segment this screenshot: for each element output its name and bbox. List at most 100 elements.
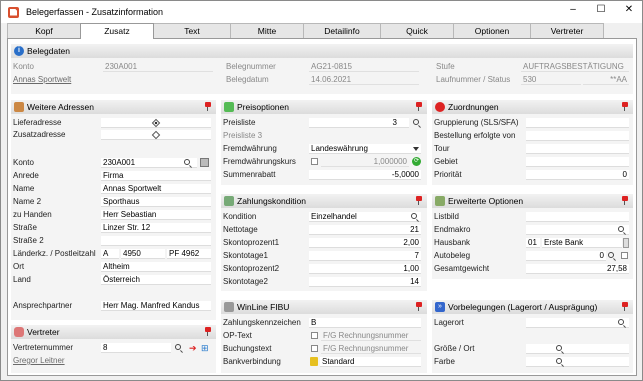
pin-icon[interactable] xyxy=(622,196,628,205)
price-tag-icon xyxy=(224,102,234,112)
anrede-label: Anrede xyxy=(13,171,39,180)
tab-mitte[interactable]: Mitte xyxy=(230,23,304,38)
hausbank-nr-field[interactable]: 01 xyxy=(526,238,540,248)
kurs-checkbox[interactable] xyxy=(311,158,318,165)
strasse2-field[interactable] xyxy=(101,236,211,246)
search-icon[interactable] xyxy=(556,358,562,364)
zusatz-panel: i Belegdaten Konto 230A001 Annas Sportwe… xyxy=(7,38,637,376)
pin-icon[interactable] xyxy=(205,327,211,336)
status-field: **AA xyxy=(583,75,629,85)
arrow-right-icon[interactable]: ➔ xyxy=(189,343,197,353)
name-field[interactable]: Annas Sportwelt xyxy=(101,184,211,194)
plz-field[interactable]: 4950 xyxy=(121,249,165,259)
groesse-ort-field[interactable] xyxy=(526,344,629,354)
farbe-field[interactable] xyxy=(526,357,629,367)
maximize-button[interactable]: ☐ xyxy=(594,4,608,15)
search-icon[interactable] xyxy=(413,119,419,125)
gesamtgewicht-field[interactable]: 27,58 xyxy=(526,264,629,274)
tour-field[interactable] xyxy=(526,144,629,154)
pin-icon[interactable] xyxy=(622,102,628,111)
prioritaet-label: Priorität xyxy=(434,170,462,179)
summenrabatt-field[interactable]: -5,0000 xyxy=(309,170,421,180)
vertreter-header: Vertreter xyxy=(11,325,216,339)
pin-icon[interactable] xyxy=(416,302,422,311)
pf-field[interactable]: PF 4962 xyxy=(167,249,211,259)
skontoprozent1-field[interactable]: 2,00 xyxy=(309,238,421,248)
groesse-ort-label: Größe / Ort xyxy=(434,344,475,353)
tab-vertreter[interactable]: Vertreter xyxy=(530,23,604,38)
search-icon[interactable] xyxy=(411,213,417,219)
zuhanden-field[interactable]: Herr Sebastian xyxy=(101,210,211,220)
pin-icon[interactable] xyxy=(416,102,422,111)
search-icon[interactable] xyxy=(184,159,190,165)
erweiterte-optionen-section: Erweiterte Optionen Listbild Endmakro Ha… xyxy=(432,194,633,279)
zuordnungen-header: Zuordnungen xyxy=(432,100,633,114)
anrede-field[interactable]: Firma xyxy=(101,171,211,181)
search-icon[interactable] xyxy=(175,344,181,350)
erweiterte-optionen-header: Erweiterte Optionen xyxy=(432,194,633,208)
skontotage1-field[interactable]: 7 xyxy=(309,251,421,261)
tab-optionen[interactable]: Optionen xyxy=(453,23,531,38)
fremdwaehrung-select[interactable]: Landeswährung xyxy=(309,144,421,154)
skontoprozent2-field[interactable]: 1,00 xyxy=(309,264,421,274)
people-icon xyxy=(14,327,24,337)
pin-icon[interactable] xyxy=(416,196,422,205)
lieferadresse-label: Lieferadresse xyxy=(13,118,62,127)
tab-kopf[interactable]: Kopf xyxy=(7,23,81,38)
listbild-field[interactable] xyxy=(526,212,629,222)
search-icon[interactable] xyxy=(608,252,614,258)
card-icon[interactable] xyxy=(200,158,209,167)
window-title: Belegerfassen - Zusatzinformation xyxy=(26,7,164,17)
farbe-label: Farbe xyxy=(434,357,455,366)
bestellung-field[interactable] xyxy=(526,131,629,141)
vertreter-name-link[interactable]: Gregor Leitner xyxy=(13,356,65,365)
gruppierung-field[interactable] xyxy=(526,118,629,128)
preisliste-field[interactable]: 3 xyxy=(309,118,409,128)
scroll-icon[interactable] xyxy=(623,238,629,248)
tab-text[interactable]: Text xyxy=(153,23,231,38)
preisoptionen-title: Preisoptionen xyxy=(237,102,289,112)
hausbank-field[interactable]: Erste Bank xyxy=(542,238,622,248)
vertreternummer-field[interactable]: 8 xyxy=(101,343,171,353)
zahlungskennzeichen-field[interactable]: B xyxy=(309,318,421,328)
ort-field[interactable]: Altheim xyxy=(101,262,211,272)
skontoprozent1-label: Skontoprozent1 xyxy=(223,238,280,247)
skontoprozent2-label: Skontoprozent2 xyxy=(223,264,280,273)
bankverbindung-field[interactable]: Standard xyxy=(320,357,421,367)
chevron-down-icon[interactable] xyxy=(413,147,419,151)
kondition-field[interactable]: Einzelhandel xyxy=(309,212,421,222)
land-field[interactable]: Österreich xyxy=(101,275,211,285)
prioritaet-field[interactable]: 0 xyxy=(526,170,629,180)
endmakro-field[interactable] xyxy=(526,225,629,235)
name2-field[interactable]: Sporthaus xyxy=(101,197,211,207)
ansprechpartner-field[interactable]: Herr Mag. Manfred Kandus xyxy=(101,301,211,311)
nettotage-field[interactable]: 21 xyxy=(309,225,421,235)
tab-detailinfo[interactable]: Detailinfo xyxy=(303,23,381,38)
autobeleg-field[interactable]: 0 xyxy=(526,251,606,261)
window: Belegerfassen - Zusatzinformation – ☐ ✕ … xyxy=(0,0,643,381)
org-chart-icon[interactable]: ⊞ xyxy=(201,343,211,353)
search-icon[interactable] xyxy=(618,226,624,232)
gebiet-field[interactable] xyxy=(526,157,629,167)
laender-field[interactable]: A xyxy=(101,249,119,259)
zahlungskennzeichen-label: Zahlungskennzeichen xyxy=(223,318,301,327)
search-icon[interactable] xyxy=(556,345,562,351)
adr-konto-field[interactable]: 230A001 xyxy=(101,158,197,168)
buchungstext-checkbox[interactable] xyxy=(311,345,318,352)
land-label: Land xyxy=(13,275,31,284)
refresh-icon[interactable]: ⟳ xyxy=(412,157,421,166)
minimize-button[interactable]: – xyxy=(566,4,580,15)
tab-zusatz[interactable]: Zusatz xyxy=(80,23,154,39)
autobeleg-checkbox[interactable] xyxy=(621,252,628,259)
customer-name-link[interactable]: Annas Sportwelt xyxy=(13,75,71,84)
bankverbindung-label: Bankverbindung xyxy=(223,357,281,366)
skontotage2-field[interactable]: 14 xyxy=(309,277,421,287)
pin-icon[interactable] xyxy=(622,302,628,311)
lagerort-field[interactable] xyxy=(526,318,629,328)
search-icon[interactable] xyxy=(618,319,624,325)
close-button[interactable]: ✕ xyxy=(622,4,636,15)
pin-icon[interactable] xyxy=(205,102,211,111)
tab-quick[interactable]: Quick xyxy=(380,23,454,38)
strasse-field[interactable]: Linzer Str. 12 xyxy=(101,223,211,233)
op-text-checkbox[interactable] xyxy=(311,332,318,339)
